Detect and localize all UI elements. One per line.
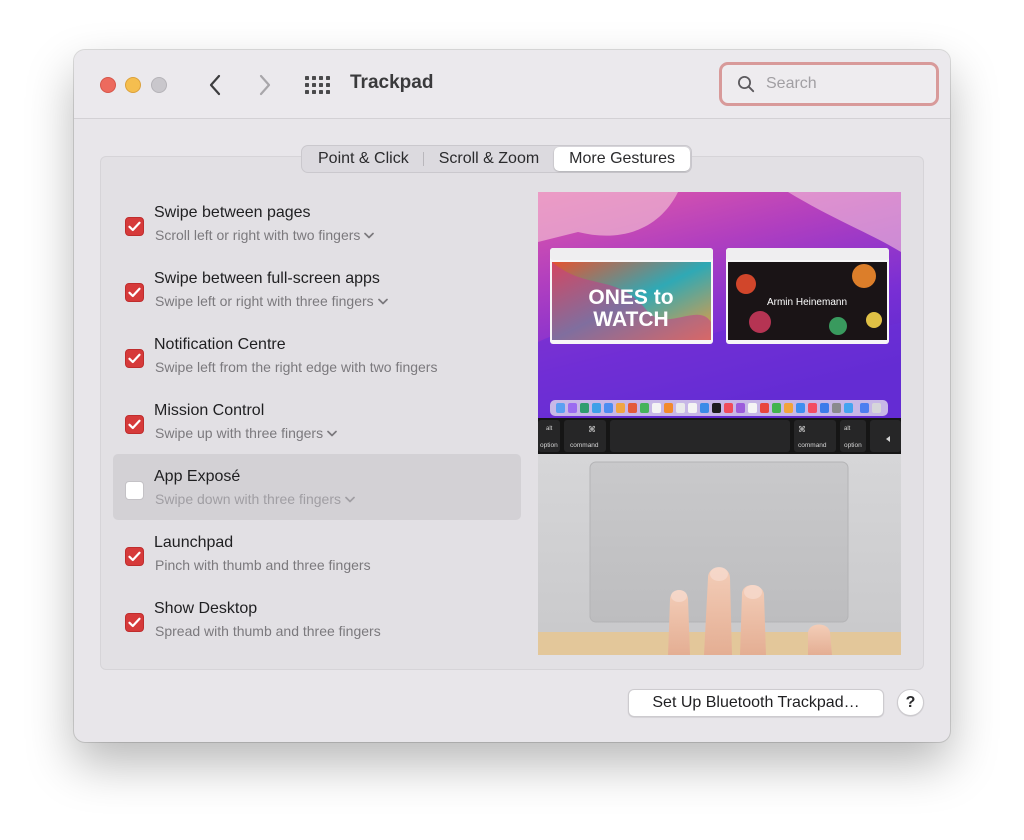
chevron-down-icon	[327, 430, 337, 436]
preview-illustration: ONES to WATCH Armin Heinemann alt option…	[538, 192, 901, 655]
checkmark-icon	[128, 353, 141, 364]
gesture-subtitle: Spread with thumb and three fingers	[155, 623, 381, 639]
key-option-label: option	[844, 442, 862, 449]
tab-bar: Point & Click Scroll & Zoom More Gesture…	[301, 145, 692, 173]
app-expose-checkbox[interactable]	[125, 481, 144, 500]
chevron-left-icon	[209, 74, 221, 96]
gesture-subtitle: Scroll left or right with two fingers	[155, 227, 361, 243]
key-command-label: command	[570, 442, 599, 449]
zoom-window-button[interactable]	[151, 77, 167, 93]
gesture-title: Swipe between pages	[154, 204, 311, 221]
key-command-label: command	[798, 442, 827, 449]
chevron-right-icon	[259, 74, 271, 96]
checkmark-icon	[128, 221, 141, 232]
search-input[interactable]	[766, 73, 926, 95]
chevron-down-icon	[377, 298, 388, 304]
minimize-window-button[interactable]	[125, 77, 141, 93]
grid-icon	[305, 76, 330, 94]
command-icon: ⌘	[798, 425, 806, 434]
gesture-title: Launchpad	[154, 534, 234, 551]
key-alt-label: alt	[844, 426, 851, 432]
gesture-item-notification-centre[interactable]: Notification Centre Swipe left from the …	[113, 322, 521, 388]
launchpad-checkbox[interactable]	[125, 547, 144, 566]
checkmark-icon	[128, 287, 141, 298]
gesture-description: Swipe left from the right edge with two …	[155, 359, 437, 375]
gesture-description: Pinch with thumb and three fingers	[155, 557, 371, 573]
close-window-button[interactable]	[100, 77, 116, 93]
mission-control-checkbox[interactable]	[125, 415, 144, 434]
system-preferences-window: Trackpad Point & Click Scroll & Zoom Mor…	[74, 50, 950, 742]
tab-scroll-and-zoom[interactable]: Scroll & Zoom	[424, 147, 554, 171]
gesture-item-show-desktop[interactable]: Show Desktop Spread with thumb and three…	[113, 586, 521, 652]
preview-card-headline: ONES to	[588, 286, 673, 309]
gesture-option-popup[interactable]: Scroll left or right with two fingers	[155, 227, 375, 243]
tab-point-and-click[interactable]: Point & Click	[303, 147, 424, 171]
gesture-option-popup[interactable]: Swipe up with three fingers	[155, 425, 337, 441]
search-field-container	[719, 62, 939, 106]
gesture-subtitle: Swipe left from the right edge with two …	[155, 359, 438, 375]
key-alt-label: alt	[546, 426, 553, 432]
gesture-item-swipe-full-screen-apps[interactable]: Swipe between full-screen apps Swipe lef…	[113, 256, 521, 322]
preview-card-caption: Armin Heinemann	[767, 297, 847, 308]
setup-bluetooth-trackpad-button[interactable]: Set Up Bluetooth Trackpad…	[628, 689, 884, 717]
preview-card-headline: WATCH	[593, 308, 668, 331]
titlebar: Trackpad	[74, 50, 950, 119]
forward-button[interactable]	[250, 70, 280, 100]
search-field[interactable]	[724, 67, 934, 101]
chevron-down-icon	[345, 496, 355, 502]
key-option-label: option	[540, 442, 558, 449]
swipe-full-screen-apps-checkbox[interactable]	[125, 283, 144, 302]
gesture-item-mission-control[interactable]: Mission Control Swipe up with three fing…	[113, 388, 521, 454]
gesture-list: Swipe between pages Scroll left or right…	[113, 190, 521, 652]
gesture-title: Notification Centre	[154, 336, 286, 353]
gesture-title: App Exposé	[154, 468, 241, 485]
tab-more-gestures[interactable]: More Gestures	[554, 147, 690, 171]
checkmark-icon	[128, 617, 141, 628]
gesture-subtitle: Swipe up with three fingers	[155, 425, 324, 441]
gesture-subtitle: Pinch with thumb and three fingers	[155, 557, 371, 573]
gesture-subtitle: Swipe down with three fingers	[155, 491, 341, 507]
gesture-item-swipe-between-pages[interactable]: Swipe between pages Scroll left or right…	[113, 190, 521, 256]
gesture-option-popup[interactable]: Swipe down with three fingers	[155, 491, 355, 507]
back-button[interactable]	[200, 70, 230, 100]
gesture-preview-video: ONES to WATCH Armin Heinemann alt option…	[538, 192, 901, 655]
gesture-item-launchpad[interactable]: Launchpad Pinch with thumb and three fin…	[113, 520, 521, 586]
checkmark-icon	[128, 419, 141, 430]
search-icon	[738, 76, 755, 93]
gesture-title: Show Desktop	[154, 600, 258, 617]
window-title: Trackpad	[350, 72, 434, 93]
show-desktop-checkbox[interactable]	[125, 613, 144, 632]
show-all-button[interactable]	[304, 75, 330, 95]
notification-centre-checkbox[interactable]	[125, 349, 144, 368]
swipe-between-pages-checkbox[interactable]	[125, 217, 144, 236]
command-icon: ⌘	[588, 425, 596, 434]
gesture-description: Spread with thumb and three fingers	[155, 623, 381, 639]
help-button[interactable]: ?	[897, 689, 924, 716]
checkmark-icon	[128, 551, 141, 562]
gesture-subtitle: Swipe left or right with three fingers	[155, 293, 374, 309]
gesture-title: Mission Control	[154, 402, 265, 419]
gesture-title: Swipe between full-screen apps	[154, 270, 380, 287]
gesture-option-popup[interactable]: Swipe left or right with three fingers	[155, 293, 388, 309]
gesture-item-app-expose[interactable]: App Exposé Swipe down with three fingers	[113, 454, 521, 520]
chevron-down-icon	[364, 232, 375, 238]
